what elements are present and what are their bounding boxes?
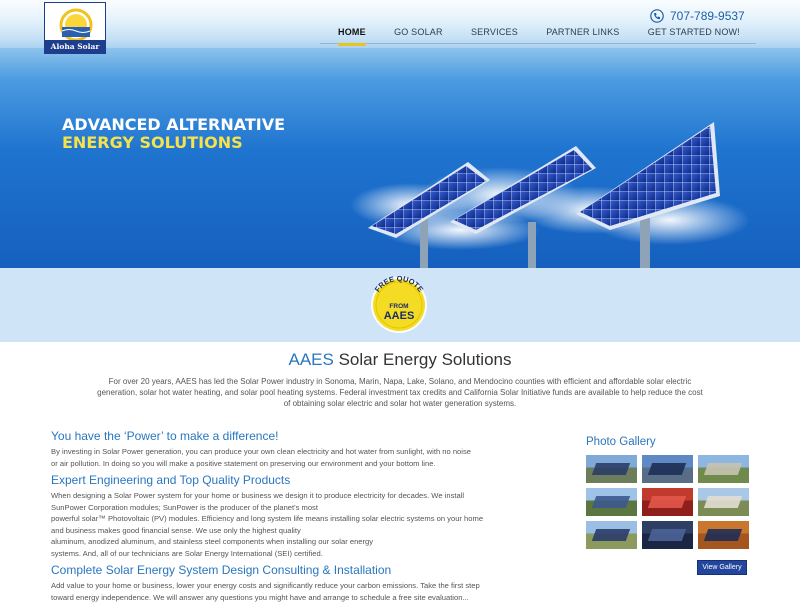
hero-headline-line1: ADVANCED ALTERNATIVE <box>62 115 286 134</box>
intro-title-rest: Solar Energy Solutions <box>333 350 512 369</box>
nav-services[interactable]: SERVICES <box>471 24 518 43</box>
gallery-thumb-red-modules[interactable] <box>642 488 693 516</box>
text-line: and business makes good financial sense.… <box>51 525 301 535</box>
thumb-detail <box>647 529 687 541</box>
text-line: By investing in Solar Power generation, … <box>51 447 471 456</box>
intro-title: AAES Solar Energy Solutions <box>0 350 800 370</box>
thumb-detail <box>591 496 631 508</box>
main-nav: HOME GO SOLAR SERVICES PARTNER LINKS GET… <box>320 24 756 46</box>
logo-text: Aloha Solar <box>45 40 105 53</box>
gallery-thumb-farmhouse[interactable] <box>698 488 749 516</box>
gallery-thumb-ground-mount[interactable] <box>586 521 637 549</box>
intro-title-brand: AAES <box>288 350 334 369</box>
phone-link[interactable]: 707-789-9537 <box>650 7 745 25</box>
aloha-solar-logo[interactable]: Aloha Solar <box>44 2 106 54</box>
intro-text: For over 20 years, AAES has led the Sola… <box>50 376 750 409</box>
phone-icon <box>650 9 664 23</box>
thumb-detail <box>703 496 743 508</box>
nav-go-solar[interactable]: GO SOLAR <box>394 24 443 43</box>
badge-line3: AAES <box>384 310 415 322</box>
phone-number: 707-789-9537 <box>670 9 745 23</box>
thumb-detail <box>703 463 743 475</box>
text-line: aluminum, anodized aluminum, and stainle… <box>51 537 374 546</box>
gallery-thumb-dark-array[interactable] <box>642 521 693 549</box>
nav-get-started[interactable]: GET STARTED NOW! <box>648 24 740 43</box>
text-line: SunPower Corporation modules; SunPower i… <box>51 502 318 512</box>
intro-line: of obtaining solar electric and solar ho… <box>283 399 517 408</box>
thumb-detail <box>647 463 687 475</box>
gallery-thumb-tile-roof[interactable] <box>698 521 749 549</box>
gallery-thumb-house-roof-panels[interactable] <box>586 455 637 483</box>
nav-home[interactable]: HOME <box>338 24 366 46</box>
text-line: systems. And, all of our technicians are… <box>51 548 323 558</box>
text-line: When designing a Solar Power system for … <box>51 491 465 500</box>
gallery-thumb-blue-house[interactable] <box>586 488 637 516</box>
gallery-thumb-roof-array[interactable] <box>642 455 693 483</box>
solar-panels-illustration <box>350 122 750 268</box>
gallery-thumb-house-yard[interactable] <box>698 455 749 483</box>
text-line: toward energy independence. We will answ… <box>51 592 469 602</box>
section-heading-power: You have the ‘Power’ to make a differenc… <box>51 429 279 443</box>
thumb-detail <box>703 529 743 541</box>
section-heading-engineering: Expert Engineering and Top Quality Produ… <box>51 473 291 487</box>
gallery-title: Photo Gallery <box>586 436 656 448</box>
intro-line: generation, solar hot water heating, and… <box>97 388 703 397</box>
thumb-detail <box>647 496 687 508</box>
nav-partner-links[interactable]: PARTNER LINKS <box>546 24 619 43</box>
main-content: You have the ‘Power’ to make a differenc… <box>51 428 576 606</box>
sun-icon <box>59 8 93 41</box>
section-heading-consulting: Complete Solar Energy System Design Cons… <box>51 563 392 577</box>
intro-line: For over 20 years, AAES has led the Sola… <box>108 377 692 386</box>
gallery-thumbnails <box>586 455 750 549</box>
thumb-detail <box>591 529 631 541</box>
text-line: Add value to your home or business, lowe… <box>51 581 480 590</box>
view-gallery-button[interactable]: View Gallery <box>697 560 747 575</box>
free-quote-badge[interactable]: FREE QUOTE FROM AAES <box>362 276 436 334</box>
hero-headline: ADVANCED ALTERNATIVE ENERGY SOLUTIONS <box>62 116 285 152</box>
text-line: powerful solar™ Photovoltaic (PV) module… <box>51 514 484 523</box>
section-text-power: By investing in Solar Power generation, … <box>51 446 576 469</box>
badge-line2: FROM <box>389 303 408 310</box>
hero-headline-line2: ENERGY SOLUTIONS <box>62 133 243 152</box>
thumb-detail <box>591 463 631 475</box>
photo-gallery: Photo Gallery View Gallery <box>586 436 750 575</box>
text-line: or air pollution. In doing so you will m… <box>51 458 436 468</box>
section-text-engineering: When designing a Solar Power system for … <box>51 490 576 559</box>
